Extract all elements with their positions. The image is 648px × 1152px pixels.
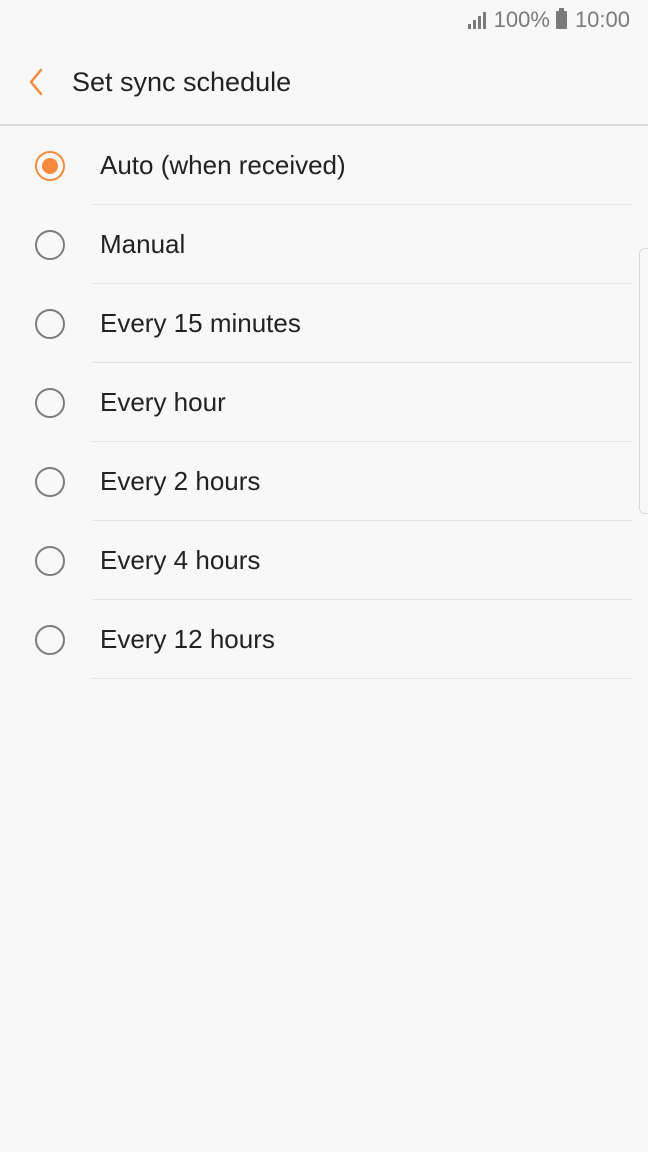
option-every-4-hours[interactable]: Every 4 hours (0, 521, 648, 600)
sync-schedule-options: Auto (when received) Manual Every 15 min… (0, 126, 648, 679)
clock: 10:00 (574, 7, 630, 32)
status-bar: 100% 10:00 (0, 0, 648, 40)
option-every-2-hours[interactable]: Every 2 hours (0, 442, 648, 521)
radio-button-checked[interactable] (35, 150, 65, 181)
battery-icon (555, 8, 567, 29)
radio-button[interactable] (35, 229, 65, 260)
option-label: Every 2 hours (100, 466, 261, 496)
option-every-15-minutes[interactable]: Every 15 minutes (0, 284, 648, 363)
page-title: Set sync schedule (72, 66, 292, 97)
option-label: Manual (100, 229, 186, 259)
option-label: Auto (when received) (100, 150, 346, 180)
radio-button[interactable] (35, 545, 65, 576)
option-label: Every hour (100, 387, 226, 417)
chevron-left-icon (29, 68, 43, 96)
app-bar: Set sync schedule (0, 40, 648, 126)
radio-button[interactable] (35, 466, 65, 497)
divider (92, 678, 632, 679)
radio-button[interactable] (35, 308, 65, 339)
option-label: Every 4 hours (100, 545, 261, 575)
option-every-12-hours[interactable]: Every 12 hours (0, 600, 648, 679)
signal-icon (467, 11, 486, 29)
option-label: Every 12 hours (100, 624, 275, 654)
option-label: Every 15 minutes (100, 308, 301, 338)
scroll-indicator[interactable] (639, 248, 648, 514)
radio-button[interactable] (35, 624, 65, 655)
option-manual[interactable]: Manual (0, 205, 648, 284)
option-auto[interactable]: Auto (when received) (0, 126, 648, 205)
option-every-hour[interactable]: Every hour (0, 363, 648, 442)
battery-percent: 100% (493, 7, 550, 32)
radio-button[interactable] (35, 387, 65, 418)
back-button[interactable] (0, 40, 72, 124)
